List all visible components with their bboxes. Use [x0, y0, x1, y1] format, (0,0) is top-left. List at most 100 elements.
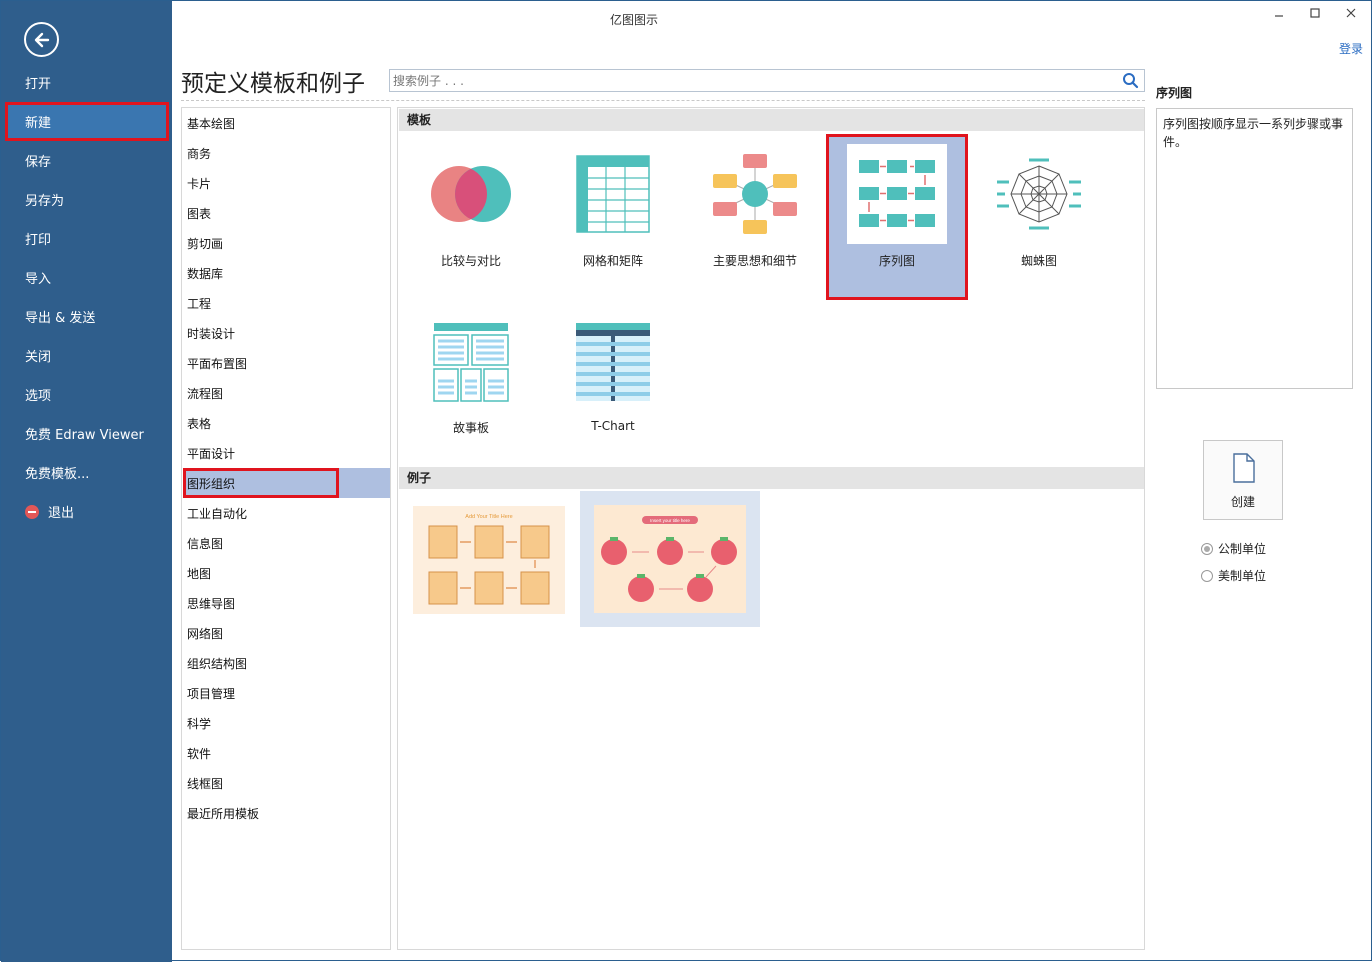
radio-unchecked-icon[interactable]	[1201, 569, 1213, 582]
back-arrow-icon	[34, 32, 49, 47]
category-item[interactable]: 网络图	[183, 618, 390, 648]
category-item[interactable]: 信息图	[183, 528, 390, 558]
exit-icon	[25, 504, 39, 519]
category-item[interactable]: 时装设计	[183, 318, 390, 348]
sidebar-item-label: 新建	[25, 116, 52, 131]
category-item[interactable]: 图表	[183, 198, 390, 228]
category-item[interactable]: 剪切画	[183, 228, 390, 258]
sidebar-item-label: 导出 & 发送	[25, 311, 96, 326]
sidebar-item-label: 另存为	[25, 194, 65, 209]
category-item[interactable]: 卡片	[183, 168, 390, 198]
close-window-button[interactable]	[1341, 7, 1361, 25]
sidebar-item-label: 免费 Edraw Viewer	[25, 428, 144, 443]
maximize-icon	[1310, 8, 1320, 18]
close-icon	[1346, 8, 1356, 18]
template-tile-spider[interactable]: 蜘蛛图	[968, 134, 1110, 300]
minimize-button[interactable]	[1269, 7, 1289, 25]
selection-highlight	[826, 134, 968, 300]
template-tile-main-idea[interactable]: 主要思想和细节	[684, 134, 826, 300]
search-input[interactable]	[390, 70, 1115, 91]
sidebar-item-exit[interactable]: 退出	[1, 492, 172, 531]
header-divider	[181, 100, 1145, 101]
us-units-option[interactable]: 美制单位	[1201, 567, 1266, 584]
category-list: 基本绘图 商务 卡片 图表 剪切画 数据库 工程 时装设计 平面布置图 流程图 …	[181, 107, 391, 950]
category-item[interactable]: 地图	[183, 558, 390, 588]
template-label: 主要思想和细节	[712, 254, 797, 268]
sidebar-item-save-as[interactable]: 另存为	[1, 180, 172, 219]
template-tile-sequence[interactable]: 序列图	[826, 134, 968, 300]
sidebar-item-print[interactable]: 打印	[1, 219, 172, 258]
details-description: 序列图按顺序显示一系列步骤或事件。	[1156, 108, 1353, 389]
metric-units-option[interactable]: 公制单位	[1201, 540, 1266, 557]
template-tile-storyboard[interactable]: 故事板	[400, 301, 542, 467]
new-document-icon	[1233, 453, 1255, 483]
example-title-text: Add Your Title Here	[465, 514, 512, 520]
category-item[interactable]: 工程	[183, 288, 390, 318]
sidebar-item-save[interactable]: 保存	[1, 141, 172, 180]
sidebar-item-close[interactable]: 关闭	[1, 336, 172, 375]
category-item[interactable]: 商务	[183, 138, 390, 168]
window-title: 亿图图示	[609, 13, 658, 27]
page-title: 预定义模板和例子	[181, 71, 365, 97]
sidebar-item-free-templates[interactable]: 免费模板...	[1, 453, 172, 492]
sidebar-item-label: 打开	[25, 77, 52, 92]
radio-label: 公制单位	[1218, 542, 1267, 556]
category-item[interactable]: 平面布置图	[183, 348, 390, 378]
sidebar-item-options[interactable]: 选项	[1, 375, 172, 414]
category-item[interactable]: 软件	[183, 738, 390, 768]
t-chart-icon	[576, 323, 650, 401]
sidebar-item-import[interactable]: 导入	[1, 258, 172, 297]
template-tile-t-chart[interactable]: T-Chart	[542, 301, 684, 467]
examples-heading: 例子	[399, 467, 1144, 489]
sidebar-item-export-send[interactable]: 导出 & 发送	[1, 297, 172, 336]
example-thumbnail-selected[interactable]: Insert your title here	[580, 491, 760, 627]
category-item-selected[interactable]: 图形组织	[183, 468, 390, 498]
search-icon[interactable]	[1122, 72, 1139, 89]
sidebar-item-label: 免费模板...	[25, 467, 90, 482]
sidebar-item-label: 保存	[25, 155, 52, 170]
maximize-button[interactable]	[1305, 7, 1325, 25]
category-item[interactable]: 思维导图	[183, 588, 390, 618]
sidebar-item-label: 退出	[48, 506, 75, 521]
category-item[interactable]: 项目管理	[183, 678, 390, 708]
sidebar-item-free-viewer[interactable]: 免费 Edraw Viewer	[1, 414, 172, 453]
sidebar-item-new[interactable]: 新建	[5, 102, 169, 141]
category-item[interactable]: 数据库	[183, 258, 390, 288]
example-process-preview: Add Your Title Here	[413, 506, 565, 614]
grid-matrix-icon	[576, 155, 650, 233]
template-label: 故事板	[452, 421, 489, 435]
template-label: 比较与对比	[440, 254, 501, 268]
example-thumbnail[interactable]: Add Your Title Here	[411, 502, 567, 618]
details-heading: 序列图	[1156, 86, 1193, 100]
create-button[interactable]: 创建	[1203, 440, 1283, 520]
template-tile-compare[interactable]: 比较与对比	[400, 134, 542, 300]
sidebar-item-label: 打印	[25, 233, 52, 248]
category-item[interactable]: 工业自动化	[183, 498, 390, 528]
radio-checked-icon[interactable]	[1201, 542, 1213, 555]
category-item[interactable]: 基本绘图	[183, 108, 390, 138]
template-label: 网格和矩阵	[582, 254, 643, 268]
search-box	[389, 69, 1145, 92]
spider-diagram-icon	[997, 158, 1081, 230]
example-tomato-preview: Insert your title here	[594, 505, 746, 613]
back-button[interactable]	[24, 22, 59, 57]
category-item[interactable]: 流程图	[183, 378, 390, 408]
app-window: 打开 新建 保存 另存为 打印 导入 导出 & 发送 关闭 选项 免费 Edra…	[0, 0, 1372, 962]
category-item[interactable]: 科学	[183, 708, 390, 738]
template-label: T-Chart	[591, 419, 635, 433]
example-title-text: Insert your title here	[650, 518, 690, 523]
category-item[interactable]: 平面设计	[183, 438, 390, 468]
sidebar-item-open[interactable]: 打开	[1, 63, 172, 102]
template-gallery: 模板 比较与对比 网格和矩阵 主要思想和细节 序列图 蜘蛛图 故事板 T-Cha…	[397, 107, 1145, 950]
category-item[interactable]: 线框图	[183, 768, 390, 798]
radio-label: 美制单位	[1218, 569, 1267, 583]
backstage-sidebar: 打开 新建 保存 另存为 打印 导入 导出 & 发送 关闭 选项 免费 Edra…	[1, 1, 172, 962]
template-tile-grid-matrix[interactable]: 网格和矩阵	[542, 134, 684, 300]
sidebar-item-label: 导入	[25, 272, 52, 287]
category-item[interactable]: 表格	[183, 408, 390, 438]
category-item[interactable]: 最近所用模板	[183, 798, 390, 828]
minimize-icon	[1275, 15, 1283, 17]
sidebar-item-label: 关闭	[25, 350, 52, 365]
category-item[interactable]: 组织结构图	[183, 648, 390, 678]
login-link[interactable]: 登录	[1339, 40, 1363, 57]
